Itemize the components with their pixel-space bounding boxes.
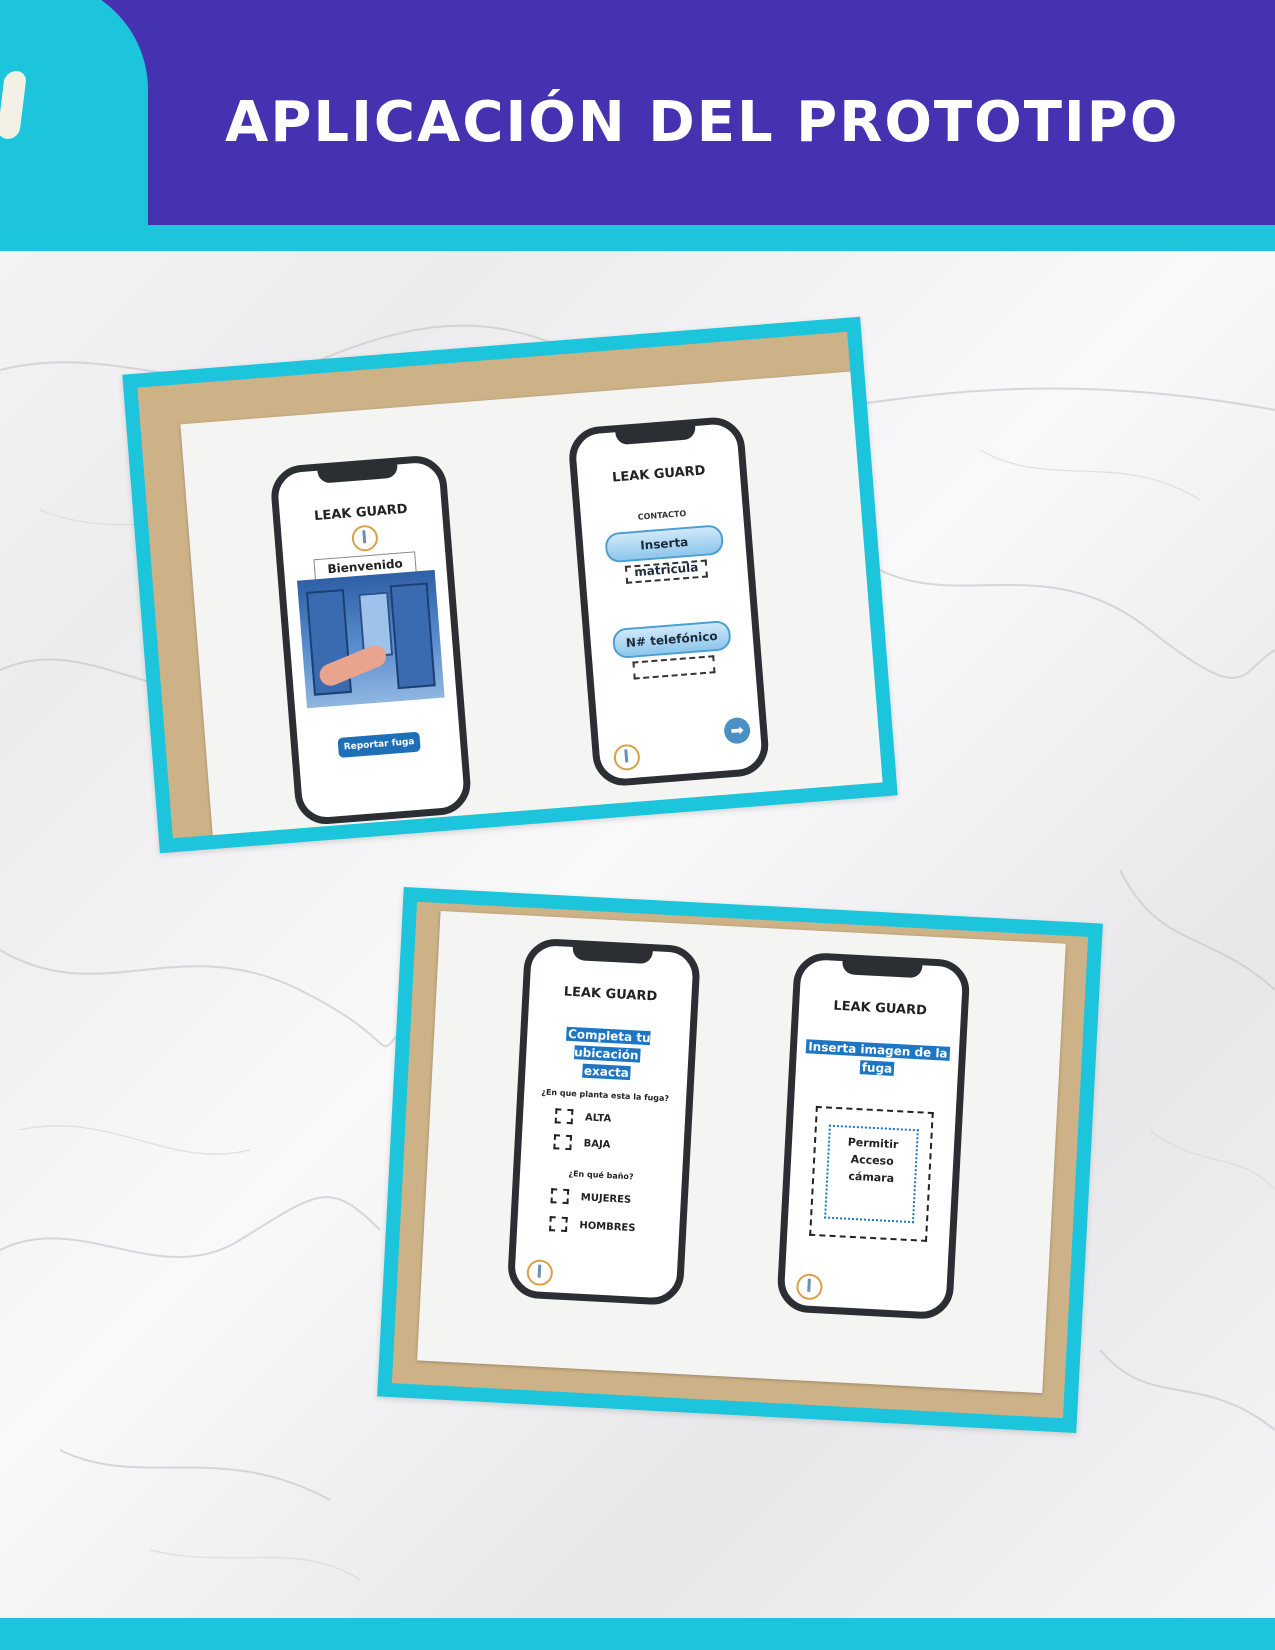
image-heading: Inserta imagen de la fuga — [804, 1037, 952, 1081]
section-number — [0, 71, 28, 139]
phone-mockup-welcome: LEAK GUARD Bienvenido Reportar fuga — [269, 453, 473, 827]
phone-notch — [841, 960, 923, 979]
report-leak-button[interactable]: Reportar fuga — [337, 731, 421, 758]
camera-line2: Acceso — [850, 1152, 895, 1169]
restroom-question: ¿En qué baño? — [568, 1169, 634, 1182]
section-number-tab — [0, 0, 148, 225]
app-brand: LEAK GUARD — [313, 501, 409, 525]
phone-number-input[interactable] — [632, 655, 716, 680]
logo-icon — [526, 1259, 554, 1287]
camera-line1: Permitir — [847, 1135, 899, 1152]
location-heading-line1: Completa tu ubicación — [565, 1026, 651, 1063]
arrow-right-icon[interactable]: ➡ — [723, 716, 752, 745]
phone-notch — [317, 463, 399, 484]
logo-icon — [795, 1273, 824, 1301]
app-brand: LEAK GUARD — [611, 463, 706, 486]
phone-notch — [615, 424, 697, 446]
option-hombres[interactable]: HOMBRES — [549, 1216, 636, 1235]
header-accent-stripe — [0, 225, 1275, 251]
checkbox[interactable] — [553, 1134, 573, 1151]
prototype-photo-1: LEAK GUARD Bienvenido Reportar fuga LEAK… — [122, 316, 898, 854]
image-heading-line2: fuga — [859, 1060, 895, 1076]
option-mujeres[interactable]: MUJERES — [550, 1188, 631, 1207]
image-drop-area[interactable]: Permitir Acceso cámara — [809, 1105, 934, 1242]
prototype-photo-2: LEAK GUARD Completa tu ubicación exacta … — [377, 887, 1103, 1433]
checkbox[interactable] — [549, 1216, 568, 1233]
phone-mockup-contact: LEAK GUARD CONTACTO Inserta matricula N#… — [566, 415, 771, 788]
camera-line3: cámara — [848, 1169, 895, 1186]
wood-surface: LEAK GUARD Bienvenido Reportar fuga LEAK… — [137, 331, 883, 839]
location-heading: Completa tu ubicación exacta — [533, 1023, 682, 1085]
checkbox[interactable] — [554, 1108, 574, 1125]
camera-permission-button[interactable]: Permitir Acceso cámara — [824, 1124, 919, 1224]
enrollment-field-label: Inserta matricula — [604, 524, 725, 579]
wood-surface: LEAK GUARD Completa tu ubicación exacta … — [391, 901, 1089, 1419]
location-heading-line2: exacta — [581, 1063, 632, 1081]
option-label: BAJA — [583, 1138, 611, 1151]
logo-icon — [350, 524, 379, 553]
floor-question: ¿En que planta esta la fuga? — [541, 1087, 670, 1104]
restroom-illustration — [297, 569, 445, 709]
checkbox[interactable] — [550, 1188, 570, 1205]
app-brand: LEAK GUARD — [563, 984, 658, 1005]
option-baja[interactable]: BAJA — [553, 1134, 611, 1152]
footer-accent-stripe — [0, 1618, 1275, 1650]
option-label: ALTA — [584, 1112, 612, 1125]
phone-mockup-location: LEAK GUARD Completa tu ubicación exacta … — [506, 937, 702, 1307]
app-brand: LEAK GUARD — [833, 998, 928, 1019]
option-label: MUJERES — [580, 1192, 632, 1206]
phone-field-label: N# telefónico — [611, 619, 732, 660]
image-heading-line1: Inserta imagen de la — [805, 1039, 950, 1061]
page-title: APLICACIÓN DEL PROTOTIPO — [225, 90, 1180, 155]
stall-doors — [389, 582, 436, 690]
option-alta[interactable]: ALTA — [554, 1108, 612, 1126]
contact-section-label: CONTACTO — [637, 508, 687, 522]
header-banner: APLICACIÓN DEL PROTOTIPO — [0, 0, 1275, 225]
phone-mockup-camera: LEAK GUARD Inserta imagen de la fuga Per… — [776, 951, 971, 1321]
option-label: HOMBRES — [579, 1220, 636, 1235]
phone-notch — [572, 945, 653, 965]
logo-icon — [612, 743, 641, 772]
